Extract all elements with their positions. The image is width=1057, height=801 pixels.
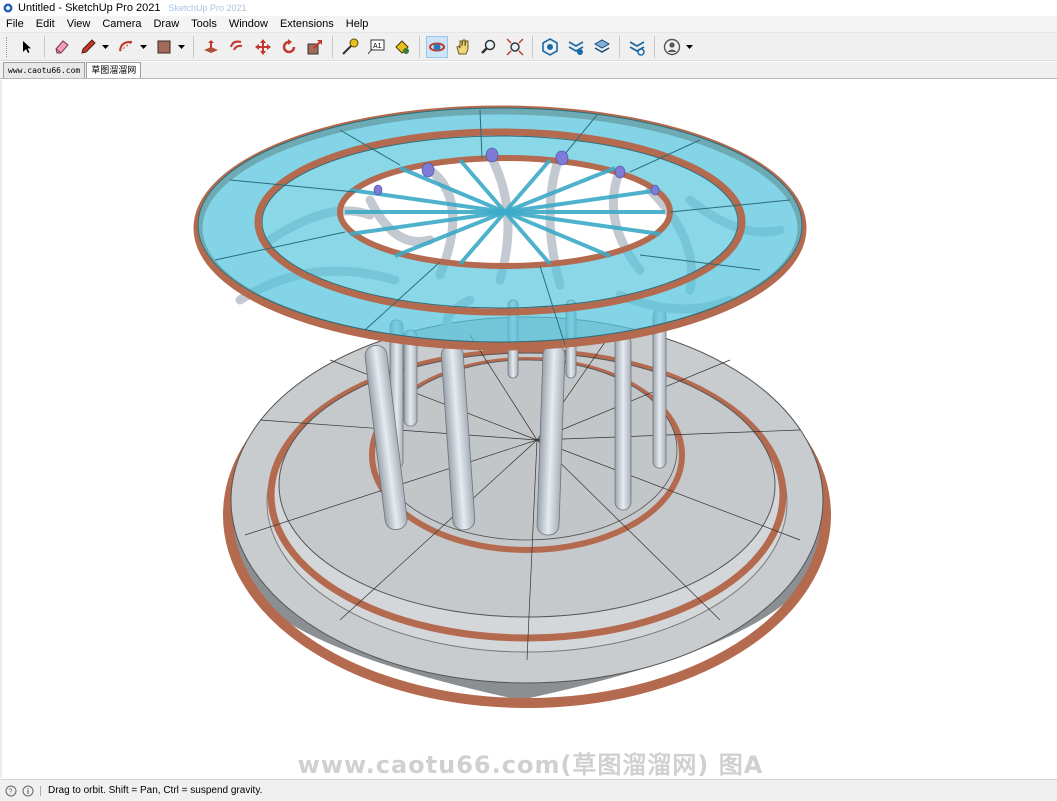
menu-bar: File Edit View Camera Draw Tools Window … [0,16,1057,33]
menu-camera[interactable]: Camera [96,18,147,30]
toolbar-separator [619,35,620,58]
orbit-icon[interactable] [426,35,448,58]
scene-tab[interactable]: 草图溜溜网 [86,62,142,78]
eraser-icon[interactable] [51,36,73,58]
select-icon[interactable] [16,36,38,58]
toolbar-separator [654,35,655,58]
svg-text:?: ? [9,788,13,795]
text-tool-glyph: A1 [373,43,382,50]
toolbar-grip[interactable] [6,36,10,57]
pan-icon[interactable] [452,36,474,58]
extension-manager-icon[interactable] [626,36,648,58]
status-message: Drag to orbit. Shift = Pan, Ctrl = suspe… [48,785,263,796]
toolbar-separator [332,35,333,58]
toolbar-separator [419,35,420,58]
menu-extensions[interactable]: Extensions [274,18,340,30]
window-title-ghost: SketchUp Pro 2021 [168,3,247,13]
scene-tab[interactable]: www.caotu66.com [3,62,86,78]
push-pull-icon[interactable] [200,36,222,58]
window-title: Untitled - SketchUp Pro 2021 [18,2,161,14]
paint-bucket-icon[interactable] [391,36,413,58]
warehouse-icon[interactable] [539,36,561,58]
menu-edit[interactable]: Edit [30,18,61,30]
chevron-down-icon[interactable] [685,36,693,58]
text-icon[interactable]: A1 [365,36,387,58]
menu-draw[interactable]: Draw [147,18,185,30]
chevron-down-icon[interactable] [101,36,109,58]
account-icon[interactable] [661,36,683,58]
menu-help[interactable]: Help [340,18,375,30]
status-bar: ? Drag to orbit. Shift = Pan, Ctrl = sus… [0,779,1057,801]
sketchup-app-icon [3,3,13,13]
toolbar-separator [532,35,533,58]
layout-icon[interactable] [591,36,613,58]
offset-icon[interactable] [226,36,248,58]
scale-icon[interactable] [304,36,326,58]
tape-measure-icon[interactable] [339,36,361,58]
extension-warehouse-icon[interactable] [565,36,587,58]
chevron-down-icon[interactable] [139,36,147,58]
toolbar: A1 [0,33,1057,61]
chevron-down-icon[interactable] [177,36,185,58]
modeling-viewport[interactable]: www.caotu66.com(草图溜溜网) 图A [0,80,1057,778]
pencil-line-icon[interactable] [77,36,99,58]
rectangle-icon[interactable] [153,36,175,58]
rotate-icon[interactable] [278,36,300,58]
menu-file[interactable]: File [0,18,30,30]
base-inner-floor [376,359,678,541]
arc-icon[interactable] [115,36,137,58]
info-icon[interactable] [22,785,34,797]
status-separator [40,785,41,796]
gazebo-model [193,105,831,708]
geo-location-icon[interactable]: ? [5,785,17,797]
zoom-icon[interactable] [478,36,500,58]
menu-window[interactable]: Window [223,18,274,30]
menu-tools[interactable]: Tools [185,18,223,30]
toolbar-separator [193,35,194,58]
toolbar-separator [44,35,45,58]
watermark: www.caotu66.com(草图溜溜网) 图A [297,751,764,778]
scene-tab-strip: www.caotu66.com 草图溜溜网 [0,62,1057,79]
zoom-extents-icon[interactable] [504,36,526,58]
title-bar: Untitled - SketchUp Pro 2021 SketchUp Pr… [0,0,1057,16]
move-icon[interactable] [252,36,274,58]
menu-view[interactable]: View [61,18,97,30]
